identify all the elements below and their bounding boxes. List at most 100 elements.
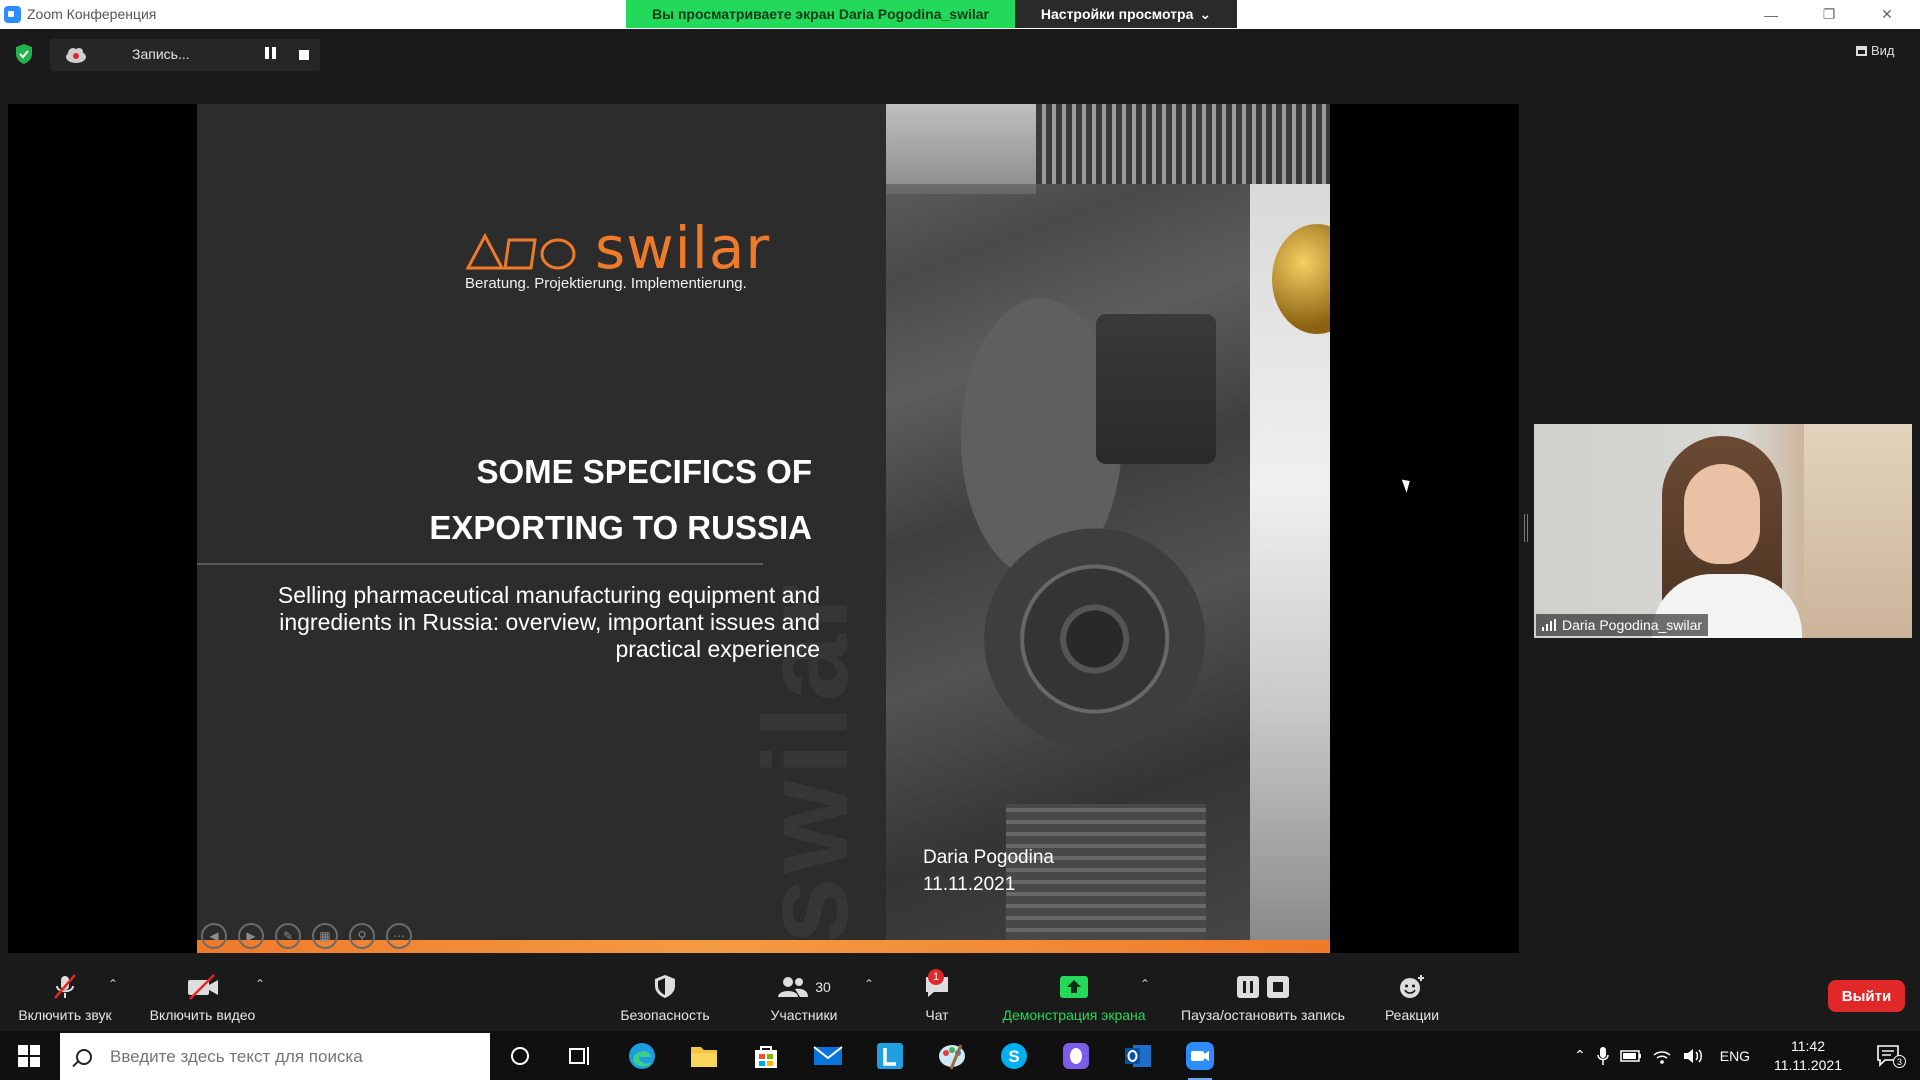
edge-browser-icon[interactable]: [626, 1040, 658, 1072]
windows-start-icon[interactable]: [18, 1045, 40, 1067]
participants-button[interactable]: 30 Участники: [758, 973, 850, 1023]
pause-recording-icon[interactable]: [260, 47, 280, 63]
taskbar-search-input[interactable]: [110, 1046, 470, 1067]
view-settings-button[interactable]: Настройки просмотра ⌄: [1015, 0, 1237, 28]
slide-title: SOME SPECIFICS OF EXPORTING TO RUSSIA: [257, 444, 812, 556]
leave-meeting-button[interactable]: Выйти: [1828, 980, 1905, 1012]
outlook-icon[interactable]: [1122, 1040, 1154, 1072]
security-shield-icon: [655, 975, 675, 998]
taskbar-search-box[interactable]: [60, 1033, 490, 1080]
view-settings-label: Настройки просмотра: [1040, 6, 1194, 22]
chevron-down-icon: ⌄: [1199, 5, 1212, 22]
video-options-caret-icon[interactable]: ⌃: [255, 977, 265, 991]
logo-tagline: Beratung. Projektierung. Implementierung…: [465, 275, 747, 292]
paint-app-icon[interactable]: [936, 1040, 968, 1072]
reactions-button[interactable]: Реакции: [1376, 973, 1448, 1023]
reactions-label: Реакции: [1384, 1007, 1440, 1023]
audio-options-caret-icon[interactable]: ⌃: [108, 977, 118, 991]
previous-slide-icon[interactable]: ◀: [201, 923, 227, 949]
next-slide-icon[interactable]: ▶: [238, 923, 264, 949]
input-language[interactable]: ENG: [1720, 1048, 1750, 1064]
share-options-caret-icon[interactable]: ⌃: [1140, 977, 1150, 991]
share-screen-arrow-icon: [1060, 976, 1088, 998]
volume-icon[interactable]: [1682, 1047, 1704, 1065]
panel-splitter-handle[interactable]: [1524, 514, 1528, 542]
participant-video-tile[interactable]: [1534, 424, 1912, 638]
chat-label: Чат: [925, 1007, 949, 1023]
battery-icon[interactable]: [1619, 1049, 1642, 1063]
windows-taskbar: S ⌃ ENG 11:42 11.11.2021 3: [0, 1031, 1920, 1080]
zoom-taskbar-icon[interactable]: [1184, 1040, 1216, 1080]
file-explorer-icon[interactable]: [688, 1040, 720, 1072]
slide-divider: [197, 563, 763, 565]
photo-overlay: [886, 184, 1250, 940]
action-center-button[interactable]: 3: [1876, 1043, 1906, 1069]
skype-icon[interactable]: S: [998, 1040, 1030, 1072]
more-options-icon[interactable]: ⋯: [386, 923, 412, 949]
participant-name-label: Daria Pogodina_swilar: [1536, 614, 1709, 636]
recording-bar: Запись... Вид: [0, 29, 1920, 78]
cortana-icon[interactable]: [504, 1040, 536, 1072]
security-label: Безопасность: [620, 1007, 710, 1023]
pause-stop-recording-button[interactable]: Пауза/остановить запись: [1170, 973, 1356, 1023]
stop-recording-icon[interactable]: [299, 50, 309, 60]
start-video-label: Включить видео: [149, 1007, 256, 1023]
lingvo-app-icon[interactable]: [874, 1040, 906, 1072]
clock-date: 11.11.2021: [1774, 1057, 1842, 1073]
toolbar-pause-icon: [1237, 976, 1259, 998]
participants-options-caret-icon[interactable]: ⌃: [864, 977, 874, 991]
zoom-icon[interactable]: ⚲: [349, 923, 375, 949]
screen-share-banner: Вы просматриваете экран Daria Pogodina_s…: [626, 0, 1015, 28]
wifi-icon[interactable]: [1652, 1047, 1672, 1065]
slideshow-controls: ◀ ▶ ✎ ▦ ⚲ ⋯: [201, 923, 412, 949]
microphone-muted-icon: [54, 974, 76, 999]
see-all-slides-icon[interactable]: ▦: [312, 923, 338, 949]
onenote-icon[interactable]: [1060, 1040, 1092, 1072]
chat-unread-badge: 1: [928, 969, 944, 985]
slide-subtitle: Selling pharmaceutical manufacturing equ…: [277, 582, 820, 662]
notifications-count: 3: [1893, 1055, 1906, 1068]
slide-date: 11.11.2021: [923, 874, 1016, 895]
photo-building: [886, 104, 1036, 194]
video-off-icon: [187, 974, 218, 1000]
share-screen-label: Демонстрация экрана: [1002, 1007, 1146, 1023]
mail-icon[interactable]: [812, 1040, 844, 1072]
grid-view-icon: [1856, 45, 1867, 56]
toolbar-stop-icon: [1267, 976, 1289, 998]
unmute-button[interactable]: Включить звук: [10, 973, 120, 1023]
microphone-tray-icon[interactable]: [1596, 1046, 1610, 1066]
slide-title-line-1: SOME SPECIFICS OF: [476, 453, 812, 490]
clock-time: 11:42: [1791, 1038, 1825, 1054]
participants-icon: [778, 977, 809, 997]
recording-status-label: Запись...: [132, 46, 190, 62]
swilar-logo-icon: [465, 232, 576, 270]
minimize-icon[interactable]: —: [1742, 0, 1800, 29]
close-icon[interactable]: ✕: [1858, 0, 1916, 29]
reactions-emoji-icon: [1400, 975, 1424, 998]
slide-author-name: Daria Pogodina: [923, 847, 1054, 868]
video-person-face: [1684, 464, 1760, 564]
share-screen-button[interactable]: Демонстрация экрана: [990, 973, 1158, 1023]
view-button-label: Вид: [1871, 43, 1895, 58]
restore-icon[interactable]: ❐: [1800, 0, 1858, 29]
slide-author-block: Daria Pogodina 11.11.2021: [923, 844, 1054, 898]
window-title: Zoom Конференция: [27, 6, 157, 22]
participant-name: Daria Pogodina_swilar: [1562, 617, 1703, 633]
video-background-cabinet: [1804, 424, 1912, 638]
pause-stop-recording-label: Пауза/остановить запись: [1181, 1007, 1345, 1023]
security-button[interactable]: Безопасность: [612, 973, 718, 1023]
slide-aerial-photo: [886, 104, 1330, 940]
view-button[interactable]: Вид: [1856, 43, 1895, 58]
task-view-icon[interactable]: [564, 1040, 596, 1072]
encryption-shield-icon[interactable]: [14, 43, 34, 65]
start-video-button[interactable]: Включить видео: [140, 973, 265, 1023]
show-hidden-icons-icon[interactable]: ⌃: [1574, 1047, 1586, 1064]
pen-icon[interactable]: ✎: [275, 923, 301, 949]
svg-text:S: S: [1008, 1047, 1019, 1066]
photo-stadium: [1036, 104, 1330, 184]
search-icon: [76, 1048, 92, 1065]
microsoft-store-icon[interactable]: [750, 1040, 782, 1072]
chat-button[interactable]: 1 Чат: [910, 969, 964, 1023]
signal-strength-icon: [1542, 619, 1556, 631]
taskbar-clock[interactable]: 11:42 11.11.2021: [1752, 1037, 1864, 1075]
